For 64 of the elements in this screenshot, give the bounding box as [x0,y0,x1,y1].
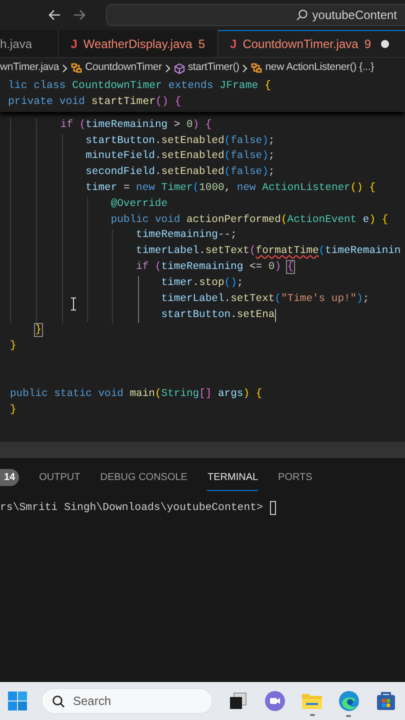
windows-logo-icon[interactable] [8,691,27,711]
code-line: timeRemaining--; [136,228,237,244]
breadcrumb-item[interactable]: new ActionListener() {...} [265,60,374,76]
code-line: lic class CountdownTimer extends JFrame { [8,78,271,94]
code-line: timerLabel.setText(formatTime(timeRemainin [136,244,401,260]
panel-tab[interactable]: DEBUG CONSOLE [100,464,188,491]
code-line: startButton.setEnabled(false); [86,134,275,149]
search-placeholder: Search [73,693,112,710]
problem-count: 9 [364,36,371,53]
class-icon [71,62,82,74]
tab-title: CountdownTimer.java [242,36,358,53]
forward-arrow-icon[interactable] [73,9,86,21]
code-line: } [35,323,42,338]
breadcrumb-item[interactable]: wnTimer.java [0,60,60,76]
code-line: if (timeRemaining <= 0) { [136,260,294,276]
chevron-right-icon [242,64,248,72]
cube-icon [174,62,185,74]
code-line: minuteField.setEnabled(false); [86,149,275,164]
task-view-icon[interactable] [228,691,248,711]
back-arrow-icon[interactable] [48,9,61,21]
store-icon[interactable] [376,691,396,711]
folder-icon[interactable] [301,691,324,711]
code-line: startButton.setEna [161,308,275,323]
tab-title: WeatherDisplay.java [83,36,192,52]
editor-tab[interactable]: h.java [0,30,59,57]
code-line: private void startTimer() { [8,94,182,110]
code-line: } [10,339,16,354]
java-file-icon: J [70,34,78,52]
breadcrumb-item[interactable]: CountdownTimer [85,60,162,76]
editor-tab[interactable]: J CountdownTimer.java 9 [218,30,405,57]
tab-title: h.java [0,36,32,52]
class-icon [251,62,262,74]
running-indicator [310,714,315,716]
code-line: timer = new Timer(1000, new ActionListener() { [86,181,376,196]
panel-tab[interactable]: TERMINAL [207,464,258,491]
terminal-cursor [270,500,276,515]
text-cursor [274,309,276,322]
code-line: timer.stop(); [161,276,244,291]
editor-tab[interactable]: J WeatherDisplay.java 5 [58,30,218,57]
workspace-name: youtubeContent [312,7,397,24]
problems-count-badge: 14 [0,469,20,486]
mouse-text-cursor-icon [70,296,77,311]
taskbar-search-field[interactable]: Search [41,688,214,714]
chevron-right-icon [62,64,68,72]
code-line: } [10,402,16,418]
chevron-right-icon [164,64,171,72]
browser-icon[interactable] [338,690,360,712]
terminal-prompt: rs\Smriti Singh\Downloads\youtubeContent> [0,500,263,516]
code-line: public static void main(String[] args) { [10,386,262,402]
problem-count: 5 [198,36,205,52]
breadcrumb-item[interactable]: startTimer() [188,60,240,76]
code-line: secondField.setEnabled(false); [86,165,275,180]
search-icon [296,9,308,21]
code-line: @Override [110,196,168,212]
panel-tab[interactable]: PORTS [278,464,312,491]
panel-tab[interactable]: OUTPUT [39,464,80,491]
running-indicator [346,715,352,717]
chat-icon[interactable] [264,690,286,712]
code-line: public void actionPerformed(ActionEvent e) { [110,212,388,228]
code-line: timerLabel.setText("Time's up!"); [161,292,370,307]
search-icon [52,694,65,708]
command-search-field[interactable]: youtubeContent [106,4,405,26]
java-file-icon: J [230,35,237,53]
code-line: if (timeRemaining > 0) { [60,118,212,133]
